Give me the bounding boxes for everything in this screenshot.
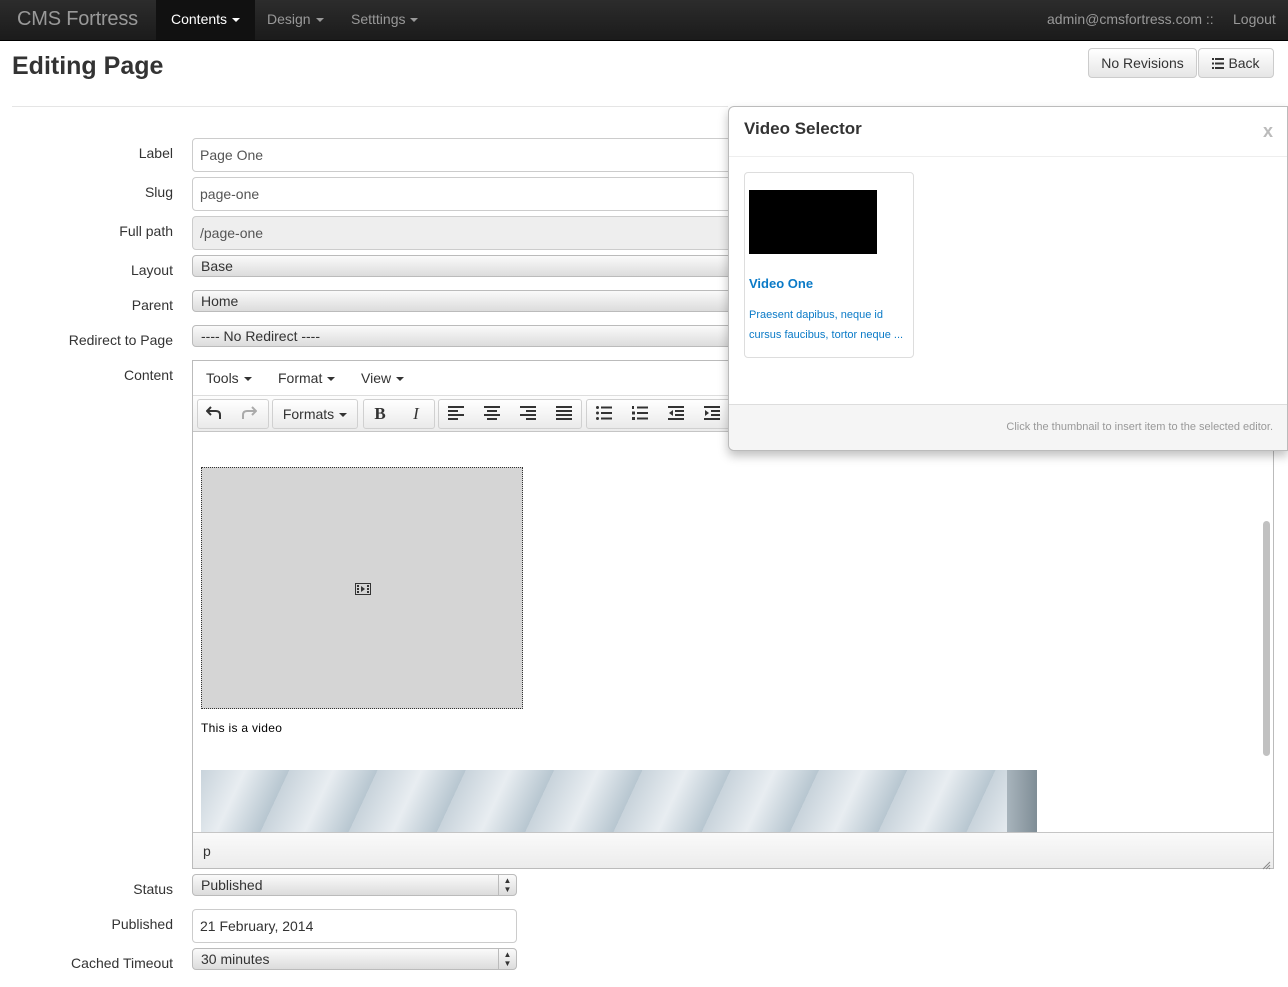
- parent-field-label: Parent: [131, 297, 173, 313]
- chevron-down-icon: [315, 18, 324, 23]
- align-center-icon[interactable]: [476, 399, 508, 429]
- film-icon: [355, 582, 371, 600]
- status-field-label: Status: [133, 881, 173, 897]
- back-button[interactable]: Back: [1198, 48, 1274, 78]
- nav-design-label: Design: [267, 11, 311, 27]
- cached-timeout-value: 30 minutes: [201, 951, 270, 967]
- embedded-video-placeholder[interactable]: [201, 467, 523, 709]
- editor-scrollbar[interactable]: [1263, 521, 1270, 756]
- published-field-label: Published: [111, 916, 174, 932]
- video-caption: This is a video: [201, 721, 283, 735]
- menu-format[interactable]: Format: [278, 370, 336, 386]
- video-selector-popover: Video Selector x Video One Praesent dapi…: [728, 106, 1288, 451]
- label-input[interactable]: Page One: [192, 138, 752, 172]
- full-path-field-label: Full path: [119, 223, 173, 239]
- resize-handle-icon[interactable]: [1262, 857, 1271, 870]
- slug-field-label: Slug: [144, 184, 173, 200]
- outdent-icon[interactable]: [660, 399, 692, 429]
- chevron-down-icon: [339, 413, 348, 418]
- editor-content-area[interactable]: This is a video: [193, 432, 1263, 832]
- video-description[interactable]: Praesent dapibus, neque id cursus faucib…: [749, 305, 911, 345]
- label-field-label: Label: [138, 145, 173, 161]
- popover-header: Video Selector x: [729, 107, 1287, 157]
- video-thumbnail-image[interactable]: [749, 190, 877, 254]
- indent-icon[interactable]: [696, 399, 728, 429]
- formats-dropdown[interactable]: Formats: [273, 399, 357, 429]
- top-navbar: CMS Fortress Contents Design Setttings a…: [0, 0, 1288, 41]
- menu-tools[interactable]: Tools: [206, 370, 252, 386]
- cached-timeout-field-label: Cached Timeout: [71, 955, 173, 971]
- select-arrows-icon: ▲ ▼: [498, 875, 516, 895]
- page-title: Editing Page: [12, 52, 164, 80]
- nav-contents[interactable]: Contents: [156, 0, 256, 40]
- formats-label: Formats: [282, 406, 335, 422]
- layout-select[interactable]: Base: [192, 255, 752, 277]
- cached-timeout-select[interactable]: 30 minutes ▲ ▼: [192, 948, 517, 970]
- popover-hint: Click the thumbnail to insert item to th…: [1006, 421, 1273, 433]
- chevron-down-icon: [327, 377, 336, 382]
- redirect-field-label: Redirect to Page: [68, 332, 173, 348]
- content-field-label: Content: [123, 367, 173, 383]
- layout-field-label: Layout: [130, 262, 173, 278]
- video-thumbnail-card[interactable]: Video One Praesent dapibus, neque id cur…: [744, 172, 914, 358]
- parent-select[interactable]: Home: [192, 290, 752, 312]
- align-left-icon[interactable]: [440, 399, 472, 429]
- chevron-down-icon: [410, 18, 419, 23]
- chevron-down-icon: [243, 377, 252, 382]
- brand-logo[interactable]: CMS Fortress: [17, 8, 138, 31]
- redo-icon[interactable]: [233, 399, 265, 429]
- image-shadow: [1007, 770, 1037, 832]
- select-arrows-icon: ▲ ▼: [498, 949, 516, 969]
- status-select-value: Published: [201, 877, 263, 893]
- close-icon[interactable]: x: [1263, 121, 1273, 142]
- nav-design[interactable]: Design: [252, 0, 339, 40]
- no-revisions-button[interactable]: No Revisions: [1088, 48, 1197, 78]
- italic-icon[interactable]: I: [400, 399, 432, 429]
- nav-settings-label: Setttings: [351, 11, 406, 27]
- bullet-list-icon[interactable]: [588, 399, 620, 429]
- menu-tools-label: Tools: [206, 370, 239, 386]
- embedded-image[interactable]: [201, 770, 1037, 832]
- published-date-input[interactable]: 21 February, 2014: [192, 909, 517, 943]
- redirect-select[interactable]: ---- No Redirect ----: [192, 325, 752, 347]
- slug-input[interactable]: page-one: [192, 177, 752, 211]
- chevron-down-icon: [396, 377, 405, 382]
- list-icon: [1212, 50, 1225, 78]
- menu-view[interactable]: View: [361, 370, 405, 386]
- status-select[interactable]: Published ▲ ▼: [192, 874, 517, 896]
- header-divider: [12, 106, 728, 107]
- editor-statusbar: p: [193, 832, 1273, 870]
- nav-settings[interactable]: Setttings: [336, 0, 433, 40]
- chevron-down-icon: [232, 18, 241, 23]
- user-email: admin@cmsfortress.com ::: [1047, 11, 1214, 27]
- undo-icon[interactable]: [198, 399, 230, 429]
- bold-icon[interactable]: B: [364, 399, 396, 429]
- align-right-icon[interactable]: [512, 399, 544, 429]
- full-path-input: /page-one: [192, 216, 752, 250]
- menu-format-label: Format: [278, 370, 323, 386]
- popover-footer: Click the thumbnail to insert item to th…: [729, 404, 1287, 450]
- back-button-label: Back: [1228, 55, 1260, 71]
- popover-title: Video Selector: [744, 119, 862, 138]
- numbered-list-icon[interactable]: [624, 399, 656, 429]
- logout-link[interactable]: Logout: [1233, 0, 1276, 40]
- element-path[interactable]: p: [203, 843, 211, 859]
- video-title[interactable]: Video One: [749, 276, 813, 291]
- menu-view-label: View: [361, 370, 392, 386]
- nav-contents-label: Contents: [171, 11, 228, 27]
- align-justify-icon[interactable]: [548, 399, 580, 429]
